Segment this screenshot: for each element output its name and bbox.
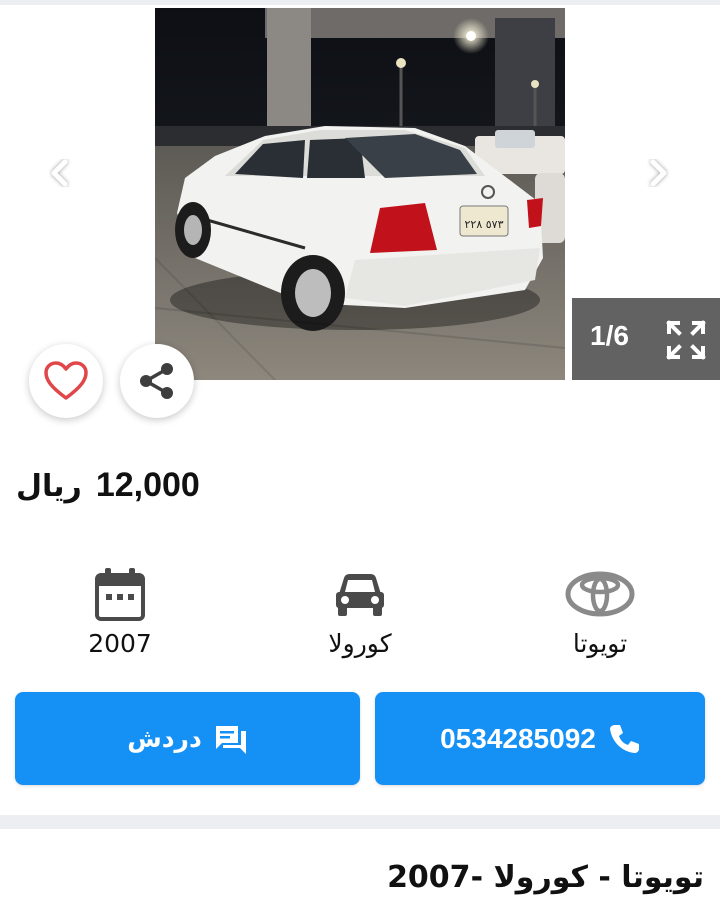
chat-icon xyxy=(215,725,246,754)
section-divider xyxy=(0,815,720,829)
call-button[interactable]: 0534285092 xyxy=(375,692,705,785)
spec-make: تويوتا xyxy=(500,565,700,658)
toyota-logo-icon xyxy=(565,571,635,617)
price: ريال 12,000 xyxy=(16,466,200,516)
chevron-left-icon xyxy=(51,159,68,187)
next-image-button[interactable] xyxy=(640,155,676,191)
image-counter-panel: 1/6 xyxy=(572,298,720,380)
spec-year-value: 2007 xyxy=(88,629,152,658)
spec-make-value: تويوتا xyxy=(572,629,628,658)
phone-number: 0534285092 xyxy=(440,722,596,754)
spec-model-value: كورولا xyxy=(328,629,392,658)
heart-icon xyxy=(44,361,88,400)
calendar-icon xyxy=(95,568,145,621)
spec-year: 2007 xyxy=(20,565,220,658)
image-gallery[interactable]: ٥٧٣ ٢٢٨ 1/6 xyxy=(0,5,720,418)
chat-button[interactable]: دردش xyxy=(15,692,360,785)
car-photo[interactable]: ٥٧٣ ٢٢٨ xyxy=(155,8,565,380)
image-counter: 1/6 xyxy=(590,320,629,351)
chat-button-label: دردش xyxy=(127,724,202,753)
chevron-right-icon xyxy=(650,159,667,187)
expand-fullscreen-icon xyxy=(666,320,706,360)
previous-image-button[interactable] xyxy=(42,155,78,191)
price-amount: 12,000 xyxy=(95,466,200,504)
share-icon xyxy=(140,363,173,399)
price-currency: ريال xyxy=(16,469,82,504)
plate-text: ٥٧٣ ٢٢٨ xyxy=(465,218,504,231)
car-icon xyxy=(336,574,384,616)
phone-icon xyxy=(609,724,639,753)
share-button[interactable] xyxy=(120,344,194,418)
spec-model: كورولا xyxy=(260,565,460,658)
listing-title: تويوتا - كورولا -2007 xyxy=(387,860,704,895)
fullscreen-button[interactable] xyxy=(666,320,706,360)
favorite-button[interactable] xyxy=(29,344,103,418)
